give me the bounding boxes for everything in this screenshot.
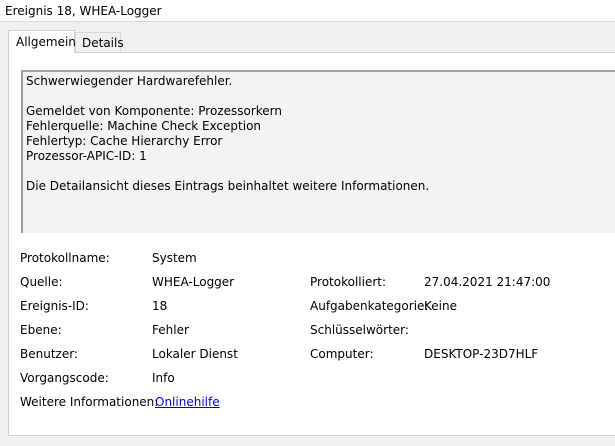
protokolliert-value: 27.04.2021 21:47:00 <box>424 275 551 289</box>
ereignis-id-value: 18 <box>152 299 168 313</box>
window-title: Ereignis 18, WHEA-Logger <box>5 4 162 18</box>
description-line: Prozessor-APIC-ID: 1 <box>26 149 147 163</box>
ereignis-id-label: Ereignis-ID: <box>20 299 89 313</box>
vorgangscode-value: Info <box>152 371 175 385</box>
schluesselwoerter-label: Schlüsselwörter: <box>310 323 409 337</box>
computer-value: DESKTOP-23D7HLF <box>424 347 539 361</box>
onlinehilfe-link[interactable]: Onlinehilfe <box>155 395 220 409</box>
quelle-value: WHEA-Logger <box>152 275 235 289</box>
tab-allgemein-label: Allgemein <box>16 35 76 49</box>
aufgabenkategorie-label: Aufgabenkategorie: <box>310 299 429 313</box>
description-line: Gemeldet von Komponente: Prozessorkern <box>26 104 283 118</box>
description-line <box>26 164 615 179</box>
description-line: Fehlertyp: Cache Hierarchy Error <box>26 134 223 148</box>
description-line: Die Detailansicht dieses Eintrags beinha… <box>26 179 430 193</box>
tab-details[interactable]: Details <box>75 32 124 53</box>
computer-label: Computer: <box>310 347 374 361</box>
tab-details-label: Details <box>82 36 124 50</box>
ebene-label: Ebene: <box>20 323 62 337</box>
protokollname-value: System <box>152 251 197 265</box>
ebene-value: Fehler <box>152 323 189 337</box>
description-line: Fehlerquelle: Machine Check Exception <box>26 119 262 133</box>
event-description-box[interactable]: Schwerwiegender Hardwarefehler. Gemeldet… <box>21 70 615 233</box>
quelle-label: Quelle: <box>20 275 63 289</box>
benutzer-label: Benutzer: <box>20 347 78 361</box>
protokollname-label: Protokollname: <box>20 251 110 265</box>
description-line <box>26 89 615 104</box>
weitere-informationen-label: Weitere Informationen: <box>20 395 159 409</box>
tab-allgemein[interactable]: Allgemein <box>8 30 76 53</box>
tab-bar: Details Allgemein <box>0 22 615 53</box>
description-line: Schwerwiegender Hardwarefehler. <box>26 74 233 88</box>
window-titlebar: Ereignis 18, WHEA-Logger <box>0 0 615 22</box>
protokolliert-label: Protokolliert: <box>310 275 387 289</box>
aufgabenkategorie-value: Keine <box>424 299 457 313</box>
benutzer-value: Lokaler Dienst <box>152 347 238 361</box>
vorgangscode-label: Vorgangscode: <box>20 371 109 385</box>
